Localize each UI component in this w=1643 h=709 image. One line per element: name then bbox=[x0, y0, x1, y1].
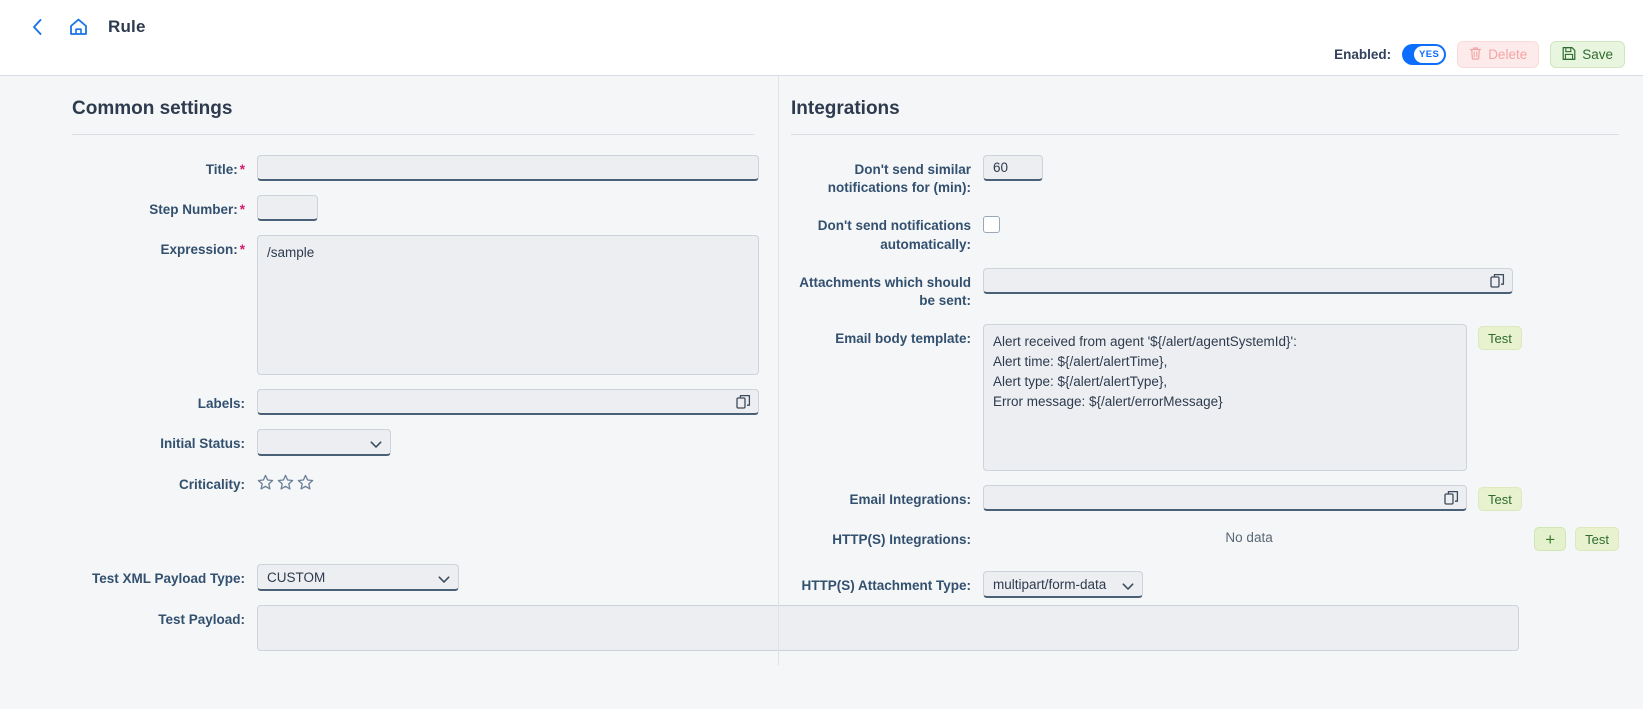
save-button[interactable]: Save bbox=[1550, 41, 1625, 68]
expression-label: Expression: * bbox=[160, 242, 245, 257]
required-marker: * bbox=[239, 162, 245, 177]
enabled-toggle[interactable]: YES bbox=[1402, 44, 1447, 65]
xml-payload-type-select-wrap: CUSTOM bbox=[257, 564, 459, 592]
labels-label: Labels: bbox=[197, 396, 245, 411]
http-integrations-test-button[interactable]: Test bbox=[1575, 527, 1619, 552]
rule-editor-page: Rule Enabled: YES Delete Save Common set… bbox=[0, 0, 1643, 709]
attachments-label: Attachments which should be sent: bbox=[799, 274, 971, 309]
email-integrations-picker bbox=[983, 485, 1467, 512]
xml-payload-type-select[interactable]: CUSTOM bbox=[257, 564, 459, 592]
delete-button-label: Delete bbox=[1488, 47, 1528, 62]
expression-textarea[interactable]: /sample bbox=[257, 235, 759, 375]
field-row-title: Title: * bbox=[72, 155, 759, 181]
email-integrations-test-button[interactable]: Test bbox=[1478, 487, 1522, 512]
email-integrations-label: Email Integrations: bbox=[849, 492, 971, 508]
picker-icon[interactable] bbox=[1489, 272, 1506, 289]
auto-notifications-label: Don't send notifications automatically: bbox=[817, 218, 971, 252]
initial-status-select-wrap bbox=[257, 429, 391, 456]
step-number-label: Step Number: * bbox=[149, 202, 245, 217]
criticality-rating[interactable] bbox=[257, 470, 314, 491]
email-integrations-input[interactable] bbox=[983, 485, 1467, 512]
field-row-auto-notifications: Don't send notifications automatically: bbox=[791, 211, 1619, 253]
field-row-expression: Expression: * /sample bbox=[72, 235, 759, 375]
common-settings-section: Common settings Title:* Step Number:* bbox=[0, 76, 1519, 665]
chevron-left-icon[interactable] bbox=[26, 16, 48, 38]
star-icon[interactable] bbox=[257, 474, 274, 491]
picker-icon[interactable] bbox=[1443, 489, 1460, 506]
attachments-picker bbox=[983, 267, 1513, 294]
required-marker: * bbox=[239, 242, 245, 257]
field-row-email-integrations: Email Integrations: Test bbox=[791, 485, 1619, 512]
field-row-initial-status: Initial Status: bbox=[72, 429, 754, 456]
section-divider bbox=[72, 134, 754, 135]
trash-icon bbox=[1469, 46, 1482, 64]
field-row-labels: Labels: bbox=[72, 389, 759, 415]
field-row-email-template: Email body template: Alert received from… bbox=[791, 324, 1619, 472]
email-template-test-button[interactable]: Test bbox=[1478, 326, 1522, 351]
top-bar-left: Rule bbox=[0, 0, 1643, 42]
required-marker: * bbox=[239, 202, 245, 217]
section-divider bbox=[791, 134, 1619, 135]
http-attachment-type-label: HTTP(S) Attachment Type: bbox=[801, 578, 971, 594]
page-title: Rule bbox=[108, 17, 146, 36]
field-row-test-payload: Test Payload: bbox=[72, 605, 1519, 652]
similar-notifications-input[interactable] bbox=[983, 155, 1043, 181]
field-row-attachments: Attachments which should be sent: bbox=[791, 267, 1619, 310]
email-template-textarea[interactable]: Alert received from agent '${/alert/agen… bbox=[983, 324, 1467, 472]
picker-icon[interactable] bbox=[735, 393, 752, 410]
star-icon[interactable] bbox=[277, 474, 294, 491]
enabled-label: Enabled: bbox=[1334, 47, 1392, 62]
form-columns: Common settings Title:* Step Number:* bbox=[0, 76, 1643, 666]
field-row-similar-notifications: Don't send similar notifications for (mi… bbox=[791, 155, 1619, 197]
top-bar: Rule Enabled: YES Delete Save bbox=[0, 0, 1643, 76]
save-button-label: Save bbox=[1582, 47, 1613, 62]
integrations-title: Integrations bbox=[791, 98, 900, 119]
http-integrations-label: HTTP(S) Integrations: bbox=[832, 532, 971, 548]
integrations-section: Integrations Don't send similar notifica… bbox=[778, 76, 1643, 666]
home-icon[interactable] bbox=[66, 15, 90, 39]
field-row-http-attachment-type: HTTP(S) Attachment Type: multipart/form-… bbox=[791, 571, 1619, 599]
email-template-label: Email body template: bbox=[835, 331, 971, 347]
similar-notifications-label: Don't send similar notifications for (mi… bbox=[827, 162, 971, 196]
http-attachment-type-select[interactable]: multipart/form-data bbox=[983, 571, 1143, 599]
delete-button[interactable]: Delete bbox=[1457, 41, 1540, 68]
http-integrations-add-button[interactable]: + bbox=[1534, 527, 1567, 552]
title-label: Title: * bbox=[205, 162, 245, 177]
star-icon[interactable] bbox=[297, 474, 314, 491]
http-integrations-empty-text: No data bbox=[1225, 530, 1273, 546]
criticality-label: Criticality: bbox=[178, 477, 245, 492]
common-settings-title: Common settings bbox=[72, 98, 233, 119]
top-bar-actions: Enabled: YES Delete Save bbox=[1334, 41, 1625, 68]
field-row-step-number: Step Number: * bbox=[72, 195, 754, 221]
initial-status-select[interactable] bbox=[257, 429, 391, 456]
title-input[interactable] bbox=[257, 155, 759, 181]
auto-notifications-checkbox[interactable] bbox=[983, 216, 1000, 234]
step-number-input[interactable] bbox=[257, 195, 318, 221]
field-row-xml-payload-type: Test XML Payload Type: CUSTOM bbox=[72, 564, 754, 592]
initial-status-label: Initial Status: bbox=[160, 436, 245, 451]
field-row-http-integrations: HTTP(S) Integrations: No data + Test bbox=[791, 525, 1619, 552]
http-attachment-type-select-wrap: multipart/form-data bbox=[983, 571, 1143, 599]
labels-input[interactable] bbox=[257, 389, 759, 415]
labels-picker bbox=[257, 389, 759, 415]
field-row-criticality: Criticality: bbox=[72, 470, 754, 494]
enabled-toggle-value: YES bbox=[1413, 46, 1445, 63]
attachments-input[interactable] bbox=[983, 267, 1513, 294]
floppy-disk-icon bbox=[1562, 46, 1576, 64]
xml-payload-type-label: Test XML Payload Type: bbox=[91, 571, 245, 587]
test-payload-label: Test Payload: bbox=[158, 612, 245, 628]
